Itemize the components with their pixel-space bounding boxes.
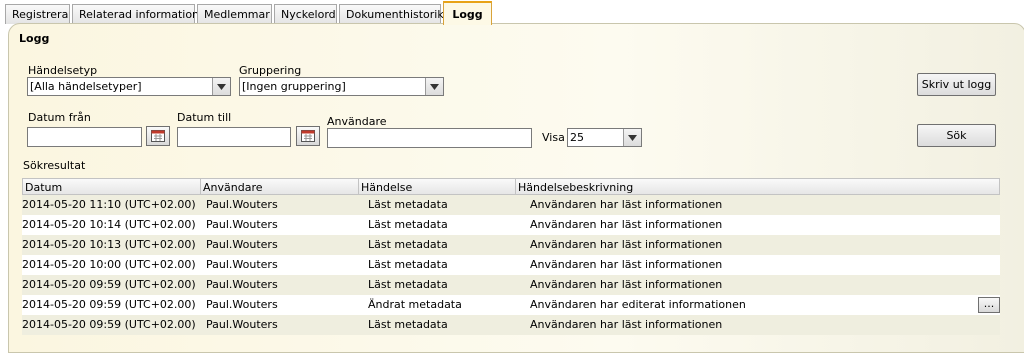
cell-event: Läst metadata (368, 238, 448, 251)
show-count-select[interactable]: 25 (567, 128, 642, 147)
calendar-icon[interactable] (146, 126, 170, 146)
cell-description: Användaren har editerat informationen (530, 298, 746, 311)
column-divider[interactable] (515, 179, 516, 194)
user-input[interactable] (327, 128, 532, 148)
cell-event: Ändrat metadata (368, 298, 462, 311)
cell-date: 2014-05-20 09:59 (UTC+02.00) (22, 298, 196, 311)
cell-description: Användaren har läst informationen (530, 278, 723, 291)
tab-bar: Registrera Relaterad information Medlemm… (0, 0, 1024, 25)
cell-user: Paul.Wouters (206, 318, 278, 331)
date-to-label: Datum till (177, 111, 232, 124)
date-to-input[interactable] (177, 127, 291, 147)
show-label: Visa (542, 131, 565, 144)
column-divider[interactable] (200, 179, 201, 194)
search-button[interactable]: Sök (917, 124, 996, 147)
cell-event: Läst metadata (368, 218, 448, 231)
table-row[interactable]: 2014-05-20 09:59 (UTC+02.00) Paul.Wouters… (22, 315, 1000, 335)
cell-event: Läst metadata (368, 258, 448, 271)
chevron-down-icon[interactable] (425, 78, 443, 95)
cell-user: Paul.Wouters (206, 298, 278, 311)
cell-event: Läst metadata (368, 198, 448, 211)
table-body: 2014-05-20 11:10 (UTC+02.00) Paul.Wouters… (22, 195, 1000, 335)
show-count-value: 25 (570, 131, 584, 144)
column-header-date[interactable]: Datum (25, 180, 62, 195)
table-row[interactable]: 2014-05-20 09:59 (UTC+02.00) Paul.Wouters… (22, 295, 1000, 315)
cell-user: Paul.Wouters (206, 238, 278, 251)
cell-user: Paul.Wouters (206, 278, 278, 291)
cell-date: 2014-05-20 10:13 (UTC+02.00) (22, 238, 196, 251)
cell-description: Användaren har läst informationen (530, 218, 723, 231)
column-header-description[interactable]: Händelsebeskrivning (518, 180, 633, 195)
chevron-down-icon[interactable] (212, 78, 230, 95)
tab-logg[interactable]: Logg (443, 1, 492, 25)
cell-event: Läst metadata (368, 278, 448, 291)
table-row[interactable]: 2014-05-20 10:00 (UTC+02.00) Paul.Wouters… (22, 255, 1000, 275)
cell-user: Paul.Wouters (206, 198, 278, 211)
more-button[interactable]: ... (978, 297, 1000, 313)
table-row[interactable]: 2014-05-20 11:10 (UTC+02.00) Paul.Wouters… (22, 195, 1000, 215)
cell-user: Paul.Wouters (206, 218, 278, 231)
cell-event: Läst metadata (368, 318, 448, 331)
grouping-value: [Ingen gruppering] (242, 80, 346, 93)
cell-date: 2014-05-20 10:00 (UTC+02.00) (22, 258, 196, 271)
cell-user: Paul.Wouters (206, 258, 278, 271)
tab-dokumenthistorik[interactable]: Dokumenthistorik (339, 4, 444, 24)
print-log-button[interactable]: Skriv ut logg (917, 73, 996, 96)
tab-nyckelord[interactable]: Nyckelord (274, 4, 337, 24)
table-header: Datum Användare Händelse Händelsebeskriv… (22, 178, 1000, 195)
table-row[interactable]: 2014-05-20 10:13 (UTC+02.00) Paul.Wouters… (22, 235, 1000, 255)
event-type-label: Händelsetyp (28, 64, 98, 77)
results-table: Datum Användare Händelse Händelsebeskriv… (22, 178, 1000, 335)
cell-description: Användaren har läst informationen (530, 318, 723, 331)
table-row[interactable]: 2014-05-20 09:59 (UTC+02.00) Paul.Wouters… (22, 275, 1000, 295)
column-header-event[interactable]: Händelse (361, 180, 412, 195)
column-header-user[interactable]: Användare (203, 180, 263, 195)
table-row[interactable]: 2014-05-20 10:14 (UTC+02.00) Paul.Wouters… (22, 215, 1000, 235)
chevron-down-icon[interactable] (623, 129, 641, 146)
cell-description: Användaren har läst informationen (530, 238, 723, 251)
grouping-label: Gruppering (239, 64, 302, 77)
column-divider[interactable] (358, 179, 359, 194)
cell-description: Användaren har läst informationen (530, 258, 723, 271)
cell-date: 2014-05-20 10:14 (UTC+02.00) (22, 218, 196, 231)
date-from-label: Datum från (28, 111, 91, 124)
date-from-input[interactable] (27, 127, 142, 147)
cell-date: 2014-05-20 09:59 (UTC+02.00) (22, 318, 196, 331)
calendar-icon[interactable] (296, 126, 320, 146)
grouping-select[interactable]: [Ingen gruppering] (239, 77, 444, 96)
section-title: Logg (19, 32, 50, 45)
user-label: Användare (327, 115, 387, 128)
event-type-select[interactable]: [Alla händelsetyper] (27, 77, 231, 96)
tab-medlemmar[interactable]: Medlemmar (197, 4, 272, 24)
event-type-value: [Alla händelsetyper] (30, 80, 142, 93)
results-label: Sökresultat (23, 159, 86, 172)
tab-relaterad-information[interactable]: Relaterad information (72, 4, 199, 24)
cell-date: 2014-05-20 11:10 (UTC+02.00) (22, 198, 196, 211)
cell-date: 2014-05-20 09:59 (UTC+02.00) (22, 278, 196, 291)
cell-description: Användaren har läst informationen (530, 198, 723, 211)
tab-registrera[interactable]: Registrera (5, 4, 70, 24)
